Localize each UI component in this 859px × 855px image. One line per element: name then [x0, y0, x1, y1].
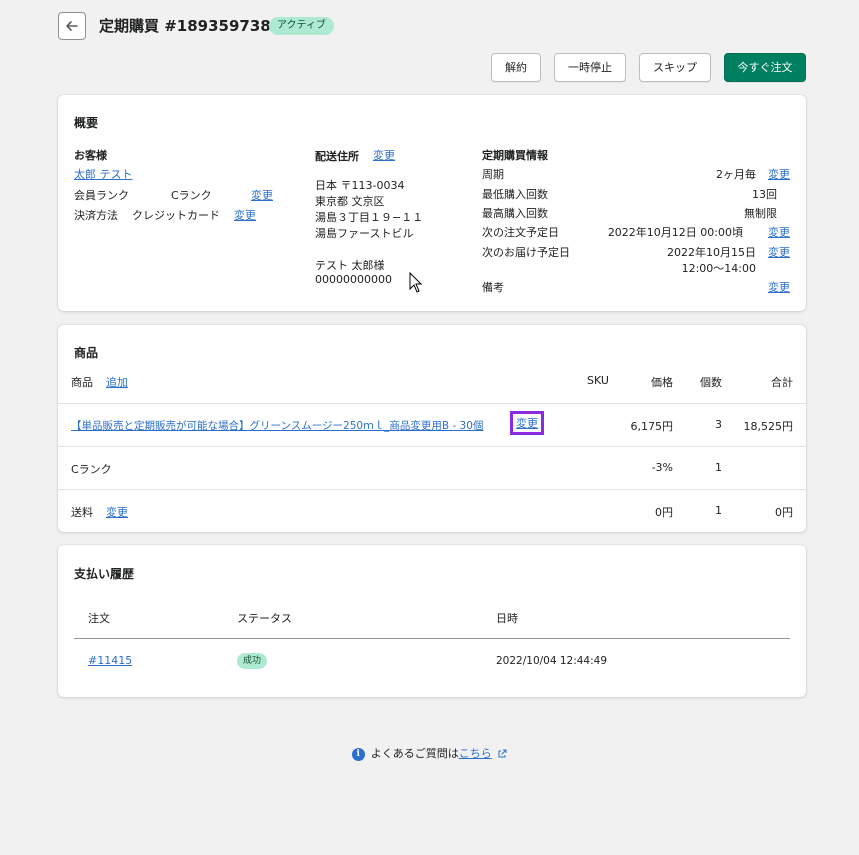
shipping-fee-label: 送料 [71, 506, 93, 519]
pause-button[interactable]: 一時停止 [554, 53, 626, 82]
info-icon: i [351, 747, 365, 761]
skip-button[interactable]: スキップ [639, 53, 711, 82]
shipping-heading: 配送住所 [315, 150, 359, 163]
action-bar: 解約 一時停止 スキップ 今すぐ注文 [491, 53, 806, 82]
next-order-value: 2022年10月12日 00:00頃 [607, 226, 743, 239]
product-price: 6,175円 [630, 420, 674, 433]
shipping-fee-price: 0円 [655, 506, 673, 519]
product-total: 18,525円 [743, 420, 794, 433]
payment-history-title: 支払い履歴 [74, 567, 135, 581]
product-qty: 3 [715, 418, 722, 431]
member-rank-value: Cランク [171, 189, 212, 202]
col-price: 価格 [651, 376, 673, 389]
divider [58, 489, 806, 490]
cancel-subscription-button[interactable]: 解約 [491, 53, 541, 82]
order-now-button[interactable]: 今すぐ注文 [724, 53, 806, 82]
customer-heading: お客様 [74, 149, 107, 162]
address-line-3: 湯島３丁目１９−１１ [315, 211, 424, 224]
address-line-2: 東京都 文京区 [315, 195, 385, 208]
col-total: 合計 [771, 376, 793, 389]
summary-card: 概要 お客様 太郎 テスト 会員ランク Cランク 変更 決済方法 クレジットカー… [58, 95, 806, 311]
payment-method-value: クレジットカード [132, 209, 220, 222]
shipping-fee-change-link[interactable]: 変更 [106, 504, 128, 520]
faq-link[interactable]: こちら [459, 747, 492, 760]
next-order-change-link[interactable]: 変更 [768, 224, 790, 240]
next-order-label: 次の注文予定日 [482, 226, 559, 239]
payment-method-change-link[interactable]: 変更 [234, 207, 256, 223]
arrow-left-icon [66, 21, 78, 31]
col-datetime: 日時 [496, 612, 518, 625]
max-purchase-label: 最高購入回数 [482, 207, 548, 220]
rank-discount-name: Cランク [71, 463, 112, 476]
rank-discount-rate: -3% [651, 461, 673, 474]
col-order: 注文 [88, 612, 110, 625]
col-status: ステータス [237, 612, 292, 625]
product-change-link[interactable]: 変更 [516, 417, 538, 430]
col-sku: SKU [587, 374, 609, 387]
product-name-link[interactable]: 【単品販売と定期販売が可能な場合】グリーンスムージー250ｍｌ_商品変更用B -… [71, 418, 483, 433]
col-qty: 個数 [700, 376, 722, 389]
shipping-fee-qty: 1 [715, 504, 722, 517]
cycle-label: 周期 [482, 168, 504, 181]
add-product-link[interactable]: 追加 [106, 374, 128, 390]
subscription-info-heading: 定期購買情報 [482, 149, 548, 162]
recipient-name: テスト 太郎様 [315, 259, 385, 272]
customer-name-link[interactable]: 太郎 テスト [74, 166, 133, 182]
address-line-1: 日本 〒113-0034 [315, 179, 405, 192]
shipping-fee-total: 0円 [775, 506, 793, 519]
rank-discount-qty: 1 [715, 461, 722, 474]
min-purchase-label: 最低購入回数 [482, 188, 548, 201]
next-delivery-time: 12:00～14:00 [681, 262, 756, 275]
summary-title: 概要 [74, 116, 99, 130]
status-badge: 成功 [237, 653, 268, 669]
cycle-change-link[interactable]: 変更 [768, 166, 790, 182]
recipient-phone: 00000000000 [315, 273, 392, 286]
products-card: 商品 商品 追加 SKU 価格 個数 合計 【単品販売と定期販売が可能な場合】グ… [58, 325, 806, 532]
faq-footer: i よくあるご質問はこちら [0, 745, 859, 761]
product-change-button[interactable]: 変更 [510, 411, 544, 435]
note-change-link[interactable]: 変更 [768, 279, 790, 295]
products-title: 商品 [74, 346, 99, 360]
min-purchase-value: 13回 [752, 188, 777, 201]
payment-datetime: 2022/10/04 12:44:49 [496, 655, 608, 667]
col-product: 商品 [71, 376, 93, 389]
member-rank-change-link[interactable]: 変更 [251, 187, 273, 203]
mouse-cursor-icon [409, 272, 423, 293]
max-purchase-value: 無制限 [744, 207, 777, 220]
note-label: 備考 [482, 281, 504, 294]
page-title: 定期購買 #1893597389 [99, 17, 282, 35]
faq-text: よくあるご質問は [370, 747, 459, 760]
shipping-change-link[interactable]: 変更 [373, 147, 395, 163]
back-button[interactable] [58, 12, 86, 40]
payment-history-card: 支払い履歴 注文 ステータス 日時 #11415 成功 2022/10/04 1… [58, 545, 806, 697]
order-link[interactable]: #11415 [88, 654, 132, 667]
divider [74, 638, 790, 639]
member-rank-label: 会員ランク [74, 189, 129, 202]
divider [58, 446, 806, 447]
next-delivery-label: 次のお届け予定日 [482, 246, 570, 259]
status-badge: アクティブ [269, 17, 334, 35]
cycle-value: 2ヶ月毎 [716, 168, 756, 181]
next-delivery-date: 2022年10月15日 [667, 246, 756, 259]
address-line-4: 湯島ファーストビル [315, 227, 414, 240]
external-link-icon [498, 749, 507, 758]
divider [58, 403, 806, 404]
payment-method-label: 決済方法 [74, 209, 118, 222]
next-delivery-change-link[interactable]: 変更 [768, 244, 790, 260]
